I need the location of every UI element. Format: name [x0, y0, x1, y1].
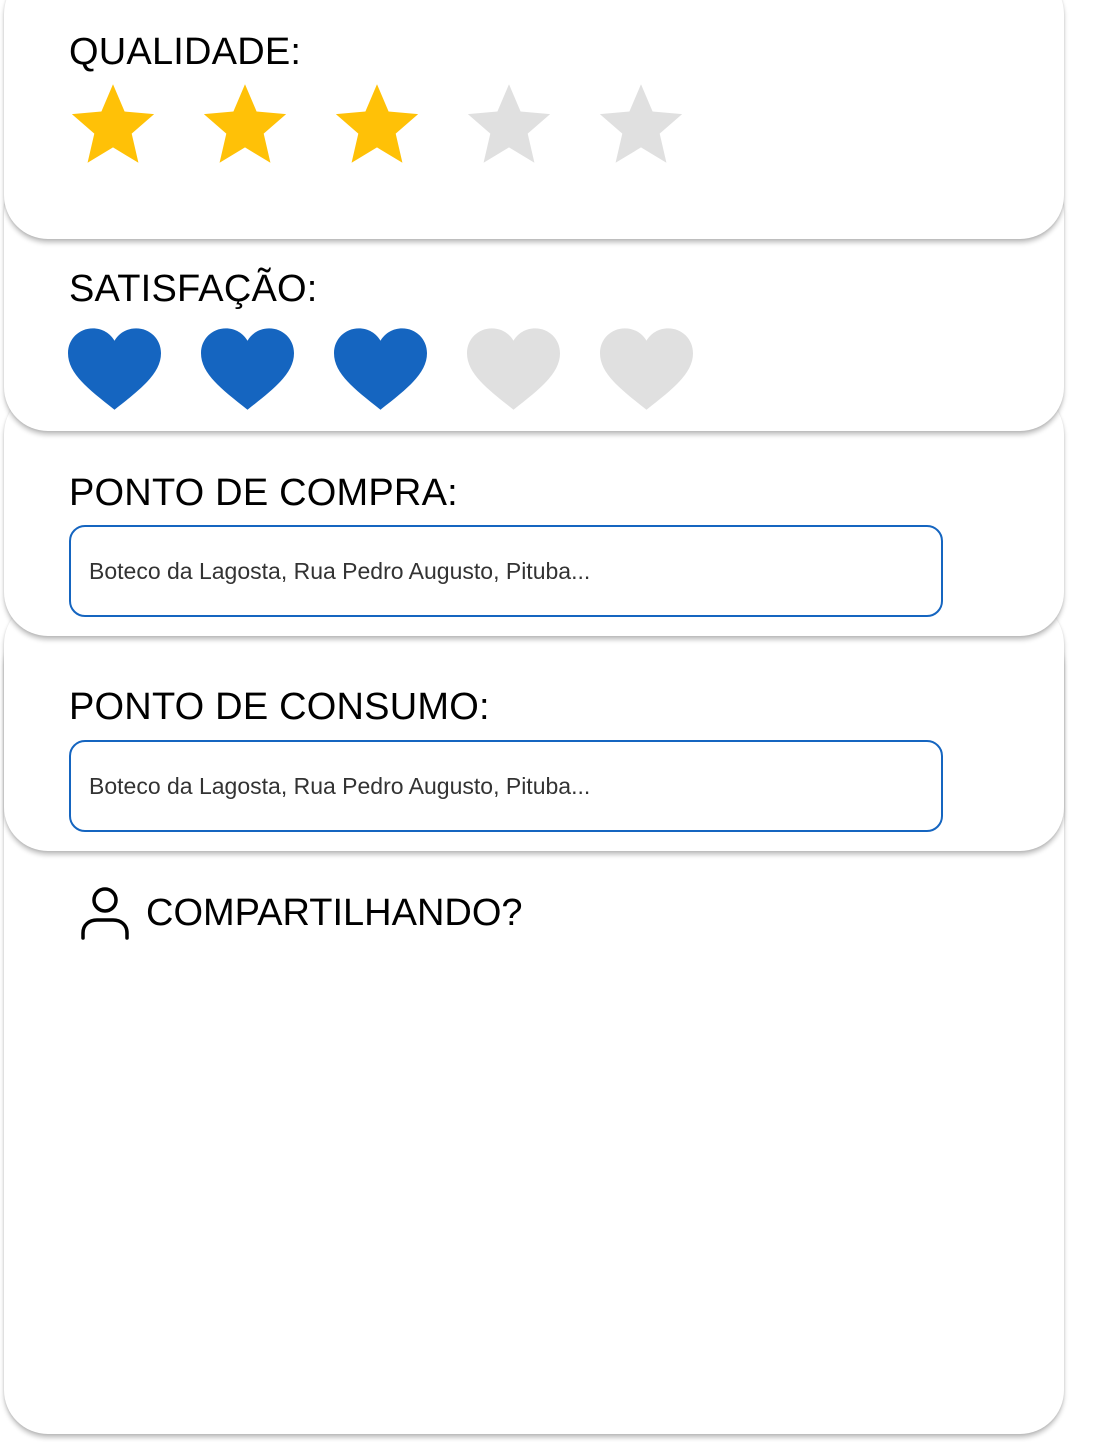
star-icon[interactable] [332, 82, 422, 168]
consumption-point-card: PONTO DE CONSUMO: [4, 600, 1064, 851]
consumption-point-input[interactable] [69, 740, 943, 832]
star-icon[interactable] [596, 82, 686, 168]
quality-title: QUALIDADE: [69, 31, 302, 73]
star-icon[interactable] [464, 82, 554, 168]
heart-icon[interactable] [600, 328, 693, 410]
sharing-toggle[interactable]: COMPARTILHANDO? [78, 885, 523, 941]
heart-icon[interactable] [68, 328, 161, 410]
heart-icon[interactable] [467, 328, 560, 410]
star-icon[interactable] [200, 82, 290, 168]
quality-card: QUALIDADE: [4, 0, 1064, 239]
heart-icon[interactable] [334, 328, 427, 410]
sharing-label: COMPARTILHANDO? [146, 891, 523, 934]
consumption-point-title: PONTO DE CONSUMO: [69, 686, 490, 728]
quality-star-rating[interactable] [68, 82, 686, 168]
heart-icon[interactable] [201, 328, 294, 410]
satisfaction-title: SATISFAÇÃO: [69, 268, 318, 310]
star-icon[interactable] [68, 82, 158, 168]
purchase-point-input[interactable] [69, 525, 943, 617]
purchase-point-title: PONTO DE COMPRA: [69, 472, 458, 514]
person-icon [78, 885, 132, 941]
satisfaction-heart-rating[interactable] [68, 328, 693, 410]
